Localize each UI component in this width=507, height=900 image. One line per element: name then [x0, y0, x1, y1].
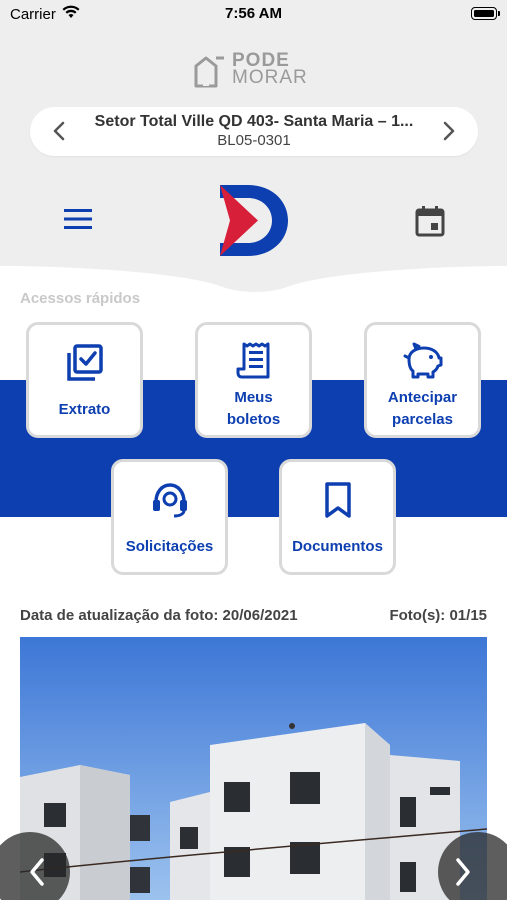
status-bar: Carrier 7:56 AM: [0, 0, 507, 28]
photo-update-date: Data de atualização da foto: 20/06/2021: [20, 607, 298, 624]
antecipar-parcelas-label-1: Antecipar: [387, 389, 458, 406]
property-address: Setor Total Ville QD 403- Santa Maria – …: [94, 113, 414, 130]
extrato-label: Extrato: [58, 401, 111, 418]
solicitacoes-label: Solicitações: [125, 538, 214, 555]
calendar-icon[interactable]: [414, 204, 446, 238]
construction-photo[interactable]: [20, 637, 487, 900]
antecipar-parcelas-label-2: parcelas: [392, 411, 453, 428]
company-logo-icon: [220, 185, 288, 256]
extrato-button[interactable]: Extrato: [26, 322, 143, 438]
photo-counter: Foto(s): 01/15: [389, 607, 487, 624]
chevron-left-icon[interactable]: [46, 117, 74, 145]
brand-line-2: MORAR: [232, 67, 308, 88]
headset-icon: [114, 480, 225, 520]
bookmark-icon: [282, 480, 393, 520]
property-selector[interactable]: Setor Total Ville QD 403- Santa Maria – …: [30, 107, 478, 156]
meus-boletos-button[interactable]: Meus boletos: [195, 322, 312, 438]
documentos-button[interactable]: Documentos: [279, 459, 396, 575]
battery-icon: [471, 7, 500, 20]
solicitacoes-button[interactable]: Solicitações: [111, 459, 228, 575]
hamburger-menu-icon[interactable]: [62, 206, 94, 232]
meus-boletos-label-1: Meus: [234, 389, 273, 406]
brand-wordmark: PODE MORAR: [232, 51, 308, 88]
piggy-bank-icon: [367, 341, 478, 381]
meus-boletos-label-2: boletos: [226, 411, 281, 428]
photo-next-button[interactable]: [438, 822, 507, 900]
documentos-label: Documentos: [292, 538, 383, 555]
clock: 7:56 AM: [225, 5, 282, 22]
checklist-icon: [29, 343, 140, 383]
antecipar-parcelas-button[interactable]: Antecipar parcelas: [364, 322, 481, 438]
chevron-right-icon[interactable]: [434, 117, 462, 145]
quick-access-heading: Acessos rápidos: [20, 290, 141, 307]
receipt-icon: [198, 341, 309, 381]
photo-prev-button[interactable]: [0, 822, 70, 900]
property-unit: BL05-0301: [217, 132, 291, 149]
